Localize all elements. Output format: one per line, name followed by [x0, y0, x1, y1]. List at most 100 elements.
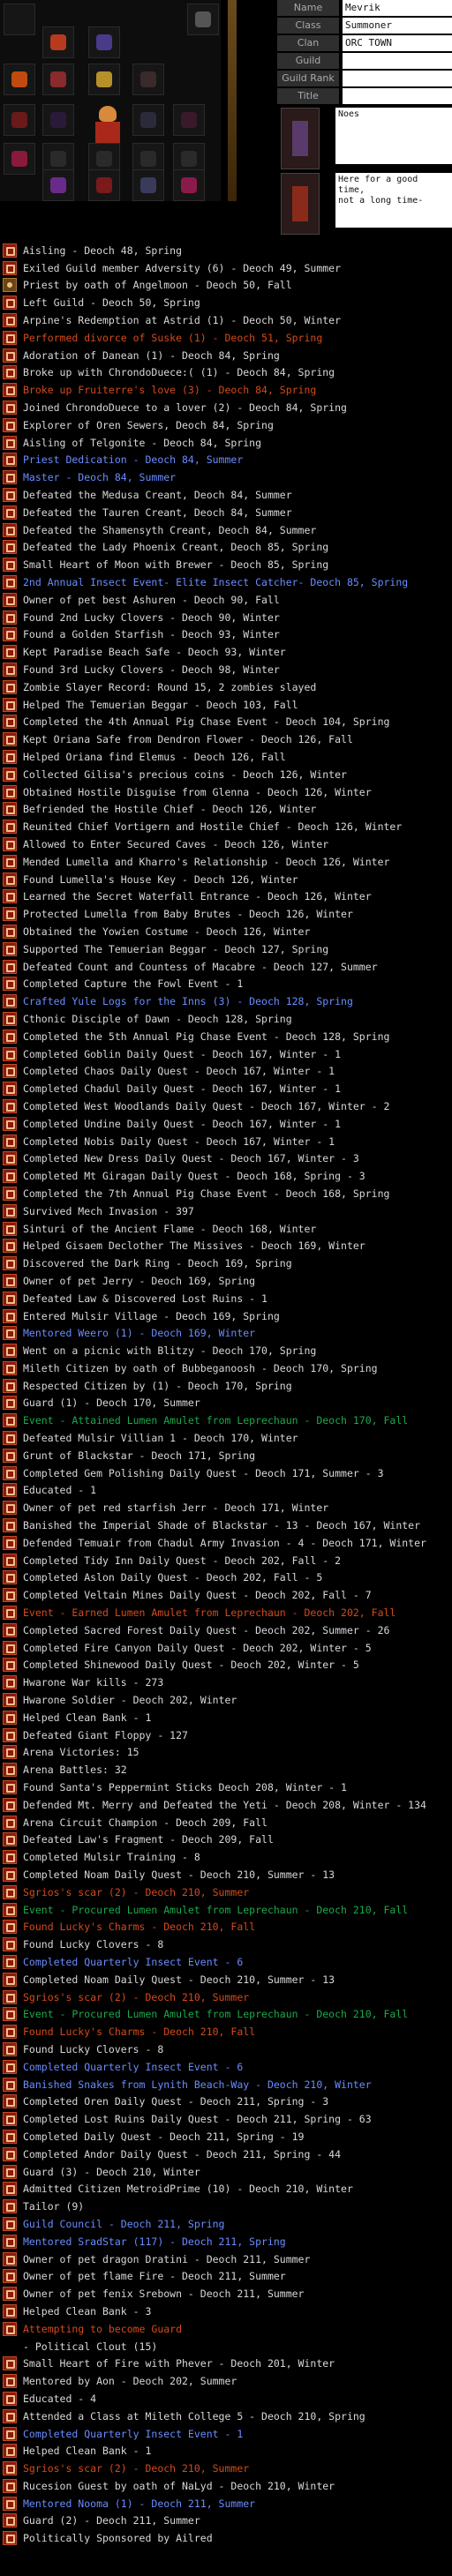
equip-slot[interactable]	[4, 4, 35, 35]
legend-mark-icon	[3, 1326, 17, 1341]
legend-mark-icon	[3, 1239, 17, 1254]
accessory-icon	[140, 151, 156, 167]
legend-mark-icon	[3, 1884, 17, 1899]
legend-row: Performed divorce of Suske (1) - Deoch 5…	[0, 329, 452, 347]
profile-labels: Name Class Clan Guild Guild Rank Title	[277, 0, 339, 106]
legend-row: Completed Quarterly Insect Event - 1	[0, 2425, 452, 2443]
legend-row: Owner of pet Jerry - Deoch 169, Spring	[0, 1272, 452, 1290]
legend-text: Event - Procured Lumen Amulet from Lepre…	[23, 2008, 409, 2021]
legend-text: Obtained Hostile Disguise from Glenna - …	[23, 785, 372, 798]
legend-text: Completed the 4th Annual Pig Chase Event…	[23, 715, 390, 729]
equip-slot-boots[interactable]	[4, 143, 35, 175]
legend-text: Completed Quarterly Insect Event - 6	[23, 1955, 244, 1968]
label-name: Name	[277, 0, 339, 16]
legend-text: Collected Gilisa's precious coins - Deoc…	[23, 768, 347, 781]
legend-mark-icon	[3, 1098, 17, 1113]
legend-text: Mentored Weero (1) - Deoch 169, Winter	[23, 1327, 256, 1340]
legend-text: Owner of pet dragon Dratini - Deoch 211,…	[23, 2252, 311, 2265]
equip-slot-shield[interactable]	[4, 64, 35, 95]
equip-slot-gauntlet-right[interactable]	[173, 104, 205, 136]
legend-row: Tailor (9)	[0, 2198, 452, 2215]
legend-text: Befriended the Hostile Chief - Deoch 126…	[23, 803, 317, 816]
equip-slot-settings[interactable]	[187, 4, 219, 35]
equip-slot-misc-2[interactable]	[88, 169, 120, 201]
legend-mark-icon	[3, 260, 17, 275]
legend-row: Small Heart of Moon with Brewer - Deoch …	[0, 556, 452, 573]
legend-text: Hwarone Soldier - Deoch 202, Winter	[23, 1694, 237, 1707]
legend-mark-icon	[3, 348, 17, 363]
legend-text: Helped Clean Bank - 3	[23, 2304, 152, 2318]
legend-text: Exiled Guild member Adversity (6) - Deoc…	[23, 261, 342, 274]
legend-mark-icon	[3, 2374, 17, 2389]
legend-mark-icon	[3, 2531, 17, 2546]
equip-slot-misc-4[interactable]	[173, 169, 205, 201]
legend-text: Broke up Fruiterre's love (3) - Deoch 84…	[23, 384, 317, 397]
legend-mark-icon	[3, 836, 17, 851]
legend-row: Reunited Chief Vortigern and Hostile Chi…	[0, 818, 452, 835]
legend-mark-icon	[3, 924, 17, 939]
legend-mark-icon	[3, 296, 17, 311]
legend-row: Completed Nobis Daily Quest - Deoch 167,…	[0, 1133, 452, 1150]
legend-text: Completed Mt Giragan Daily Quest - Deoch…	[23, 1170, 365, 1183]
legend-text: Found 2nd Lucky Clovers - Deoch 90, Wint…	[23, 610, 280, 624]
legend-row: Mended Lumella and Kharro's Relationship…	[0, 853, 452, 871]
equip-slot-ring-left[interactable]	[42, 104, 74, 136]
equip-slot-armor[interactable]	[88, 26, 120, 58]
legend-mark-icon	[3, 592, 17, 607]
legend-row: Went on a picnic with Blitzy - Deoch 170…	[0, 1342, 452, 1359]
equip-slot-weapon[interactable]	[42, 26, 74, 58]
legend-text: - Political Clout (15)	[23, 2340, 158, 2353]
legend-row: Defeated the Lady Phoenix Creant, Deoch …	[0, 539, 452, 557]
legend-text: Educated - 1	[23, 1484, 97, 1497]
legend-text: Mentored Nooma (1) - Deoch 211, Summer	[23, 2497, 256, 2510]
legend-row: Broke up Fruiterre's love (3) - Deoch 84…	[0, 381, 452, 399]
portrait-figure	[292, 121, 308, 156]
legend-mark-icon	[3, 872, 17, 887]
legend-row: Completed Quarterly Insect Event - 6	[0, 2058, 452, 2076]
legend-text: Event - Procured Lumen Amulet from Lepre…	[23, 1903, 409, 1916]
legend-mark-icon	[3, 679, 17, 694]
legend-mark-icon	[3, 1431, 17, 1446]
equip-slot-misc[interactable]	[42, 169, 74, 201]
legend-row: Aisling - Deoch 48, Spring	[0, 242, 452, 259]
legend-mark-icon	[3, 1169, 17, 1184]
legend-mark-icon	[3, 820, 17, 835]
legend-row: Respected Citizen by (1) - Deoch 170, Sp…	[0, 1377, 452, 1395]
legend-row: Found Lumella's House Key - Deoch 126, W…	[0, 871, 452, 888]
legend-row: Politically Sponsored by Ailred	[0, 2529, 452, 2547]
equip-slot-earring[interactable]	[88, 64, 120, 95]
legend-mark-icon	[3, 365, 17, 380]
legend-mark-icon	[3, 1937, 17, 1952]
legend-text: Hwarone War kills - 273	[23, 1676, 164, 1689]
legend-text: Aisling of Telgonite - Deoch 84, Spring	[23, 436, 262, 449]
equip-slot-helmet[interactable]	[42, 64, 74, 95]
legend-row: Adoration of Danean (1) - Deoch 84, Spri…	[0, 347, 452, 364]
legend-mark-icon	[3, 2321, 17, 2336]
legend-row: Defended Temuair from Chadul Army Invasi…	[0, 1534, 452, 1552]
legend-mark-icon	[3, 1553, 17, 1568]
legend-mark-icon	[3, 2146, 17, 2161]
legend-mark-icon	[3, 732, 17, 747]
equip-slot-ring-right[interactable]	[132, 104, 164, 136]
legend-mark-icon	[3, 1064, 17, 1079]
legend-mark-icon	[3, 2216, 17, 2231]
legend-text: Arena Circuit Champion - Deoch 209, Fall	[23, 1816, 267, 1829]
legend-row: Completed Noam Daily Quest - Deoch 210, …	[0, 1866, 452, 1883]
legend-mark-icon	[3, 453, 17, 468]
legend-mark-icon	[3, 1186, 17, 1201]
legend-mark-icon	[3, 2025, 17, 2040]
legend-text: Helped Clean Bank - 1	[23, 1711, 152, 1724]
legend-mark-icon	[3, 2199, 17, 2214]
legend-row: Guard (3) - Deoch 210, Winter	[0, 2163, 452, 2181]
legend-text: Adoration of Danean (1) - Deoch 84, Spri…	[23, 348, 280, 362]
legend-text: Found 3rd Lucky Clovers - Deoch 98, Wint…	[23, 663, 280, 677]
legend-text: Found Lucky's Charms - Deoch 210, Fall	[23, 2026, 256, 2039]
legend-row: Helped Oriana find Elemus - Deoch 126, F…	[0, 748, 452, 766]
equip-slot-gauntlet-left[interactable]	[4, 104, 35, 136]
equip-slot-misc-3[interactable]	[132, 169, 164, 201]
legend-row: Attempting to become Guard	[0, 2320, 452, 2338]
equip-slot-necklace[interactable]	[132, 64, 164, 95]
legend-text: Crafted Yule Logs for the Inns (3) - Deo…	[23, 995, 353, 1008]
legend-text: Discovered the Dark Ring - Deoch 169, Sp…	[23, 1257, 292, 1270]
legend-text: Mentored SradStar (117) - Deoch 211, Spr…	[23, 2235, 286, 2248]
